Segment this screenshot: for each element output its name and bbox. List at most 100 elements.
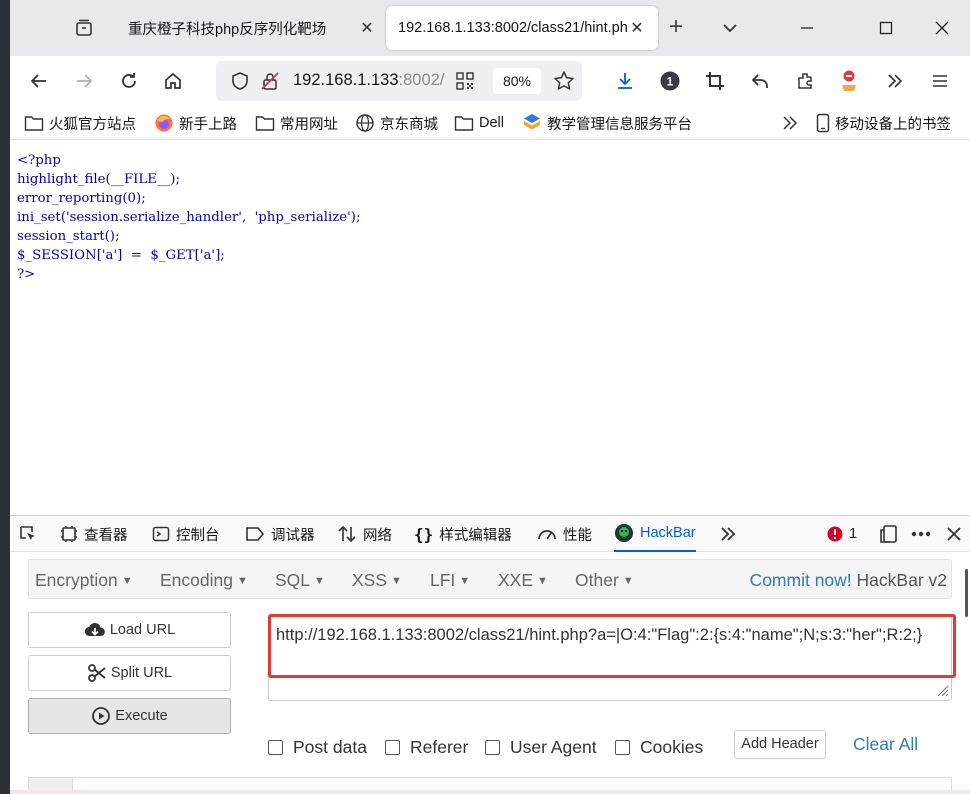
menu-encryption[interactable]: Encryption ▼ [35, 570, 133, 591]
forward-icon[interactable] [69, 66, 99, 96]
tab-title: 重庆橙子科技php反序列化靶场 [128, 21, 327, 38]
desktop-edge [0, 0, 10, 794]
qr-code-icon[interactable] [456, 72, 474, 93]
user-agent-checkbox[interactable]: User Agent [485, 736, 597, 758]
tab-inspector[interactable]: 查看器 [60, 516, 128, 552]
scrollbar-thumb[interactable] [965, 569, 968, 617]
dock-side-icon[interactable] [879, 516, 905, 552]
bookmark-jd[interactable]: 京东商城 [355, 113, 438, 133]
close-devtools-icon[interactable] [946, 516, 968, 552]
tab-performance[interactable]: 性能 [537, 516, 592, 552]
menu-sql[interactable]: SQL ▼ [275, 570, 325, 591]
referer-checkbox[interactable]: Referer [385, 736, 468, 758]
checkbox-box[interactable] [485, 739, 500, 755]
button-label: Split URL [110, 665, 173, 681]
tab-title: 192.168.1.133:8002/class21/hint.php?a= [398, 20, 628, 36]
resize-grip-icon[interactable] [935, 683, 949, 697]
menu-lfi[interactable]: LFI ▼ [430, 570, 470, 591]
bookmark-folder-dell[interactable]: Dell [454, 113, 504, 133]
crop-screenshot-icon[interactable] [700, 66, 730, 96]
zoom-level-button[interactable]: 80% [493, 68, 541, 94]
menu-label: Encryption [35, 570, 118, 590]
button-label: Load URL [109, 622, 176, 638]
checkbox-label: Cookies [640, 736, 704, 757]
notification-badge-icon[interactable]: 1 [655, 66, 685, 96]
undo-icon[interactable] [745, 66, 775, 96]
overflow-chevrons-icon[interactable] [880, 66, 910, 96]
error-count-badge[interactable]: 1 [827, 516, 857, 552]
tab-manager-icon[interactable] [70, 14, 98, 42]
blocker-extension-icon[interactable] [835, 66, 865, 96]
tab-debugger[interactable]: 调试器 [245, 516, 315, 552]
devtools-menu-icon[interactable] [911, 516, 937, 552]
minimize-icon[interactable] [792, 14, 822, 42]
load-url-button[interactable]: Load URL [28, 612, 231, 648]
menu-encoding[interactable]: Encoding ▼ [160, 570, 248, 591]
page-content: <?php highlight_file(__FILE__); error_re… [10, 141, 970, 515]
bookmark-star-icon[interactable] [553, 70, 575, 95]
error-icon [827, 526, 843, 542]
hamburger-menu-icon[interactable] [925, 66, 955, 96]
tab-hackbar[interactable]: HackBar [614, 516, 696, 552]
caret-down-icon: ▼ [537, 575, 548, 587]
split-url-button[interactable]: Split URL [28, 655, 231, 691]
back-icon[interactable] [24, 66, 54, 96]
checkbox-box[interactable] [268, 739, 283, 755]
tab-console[interactable]: 控制台 [152, 516, 220, 552]
checkbox-box[interactable] [615, 739, 630, 755]
extensions-icon[interactable] [790, 66, 820, 96]
menu-label: XXE [498, 570, 534, 590]
hackbar-icon [615, 524, 633, 542]
menu-other[interactable]: Other ▼ [575, 570, 634, 591]
bookmark-label: 京东商城 [380, 116, 438, 133]
download-icon[interactable] [610, 66, 640, 96]
cookies-checkbox[interactable]: Cookies [615, 736, 703, 758]
mobile-device-icon [816, 113, 830, 133]
new-tab-button[interactable]: + [662, 14, 690, 42]
folder-icon [454, 116, 474, 131]
post-data-checkbox[interactable]: Post data [268, 736, 367, 758]
commit-now-link[interactable]: Commit now! [750, 570, 852, 590]
bookmark-folder-firefox-site[interactable]: 火狐官方站点 [24, 113, 136, 133]
maximize-icon[interactable] [871, 14, 901, 42]
code-line: ini_set('session.serialize_handler', 'ph… [17, 210, 361, 225]
bookmark-label: Dell [479, 115, 504, 131]
close-window-icon[interactable] [927, 14, 957, 42]
bookmark-label: 移动设备上的书签 [835, 116, 951, 133]
tab-range[interactable]: 重庆橙子科技php反序列化靶场 ✕ [116, 6, 388, 50]
url-textarea-value[interactable]: http://192.168.1.133:8002/class21/hint.p… [276, 622, 948, 649]
add-header-button[interactable]: Add Header [734, 730, 826, 759]
bookmark-mobile[interactable]: 移动设备上的书签 [816, 113, 951, 133]
menu-label: Encoding [160, 570, 233, 590]
tab-style-editor[interactable]: {} 样式编辑器 [414, 516, 512, 552]
code-line: ?> [17, 267, 36, 282]
shield-icon[interactable] [230, 71, 250, 94]
url-host: 192.168.1.133 [293, 71, 399, 89]
menu-xxe[interactable]: XXE ▼ [498, 570, 548, 591]
bookmark-teaching-platform[interactable]: 教学管理信息服务平台 [522, 113, 692, 133]
element-picker-icon[interactable] [18, 516, 44, 552]
home-icon[interactable] [158, 66, 188, 96]
close-icon[interactable]: ✕ [628, 18, 646, 38]
bookmarks-overflow-icon[interactable] [780, 113, 805, 133]
close-icon[interactable]: ✕ [358, 18, 376, 38]
checkbox-box[interactable] [385, 739, 400, 755]
cloud-download-icon [84, 622, 105, 637]
more-tools-chevrons-icon[interactable] [718, 516, 744, 552]
execute-button[interactable]: Execute [28, 698, 231, 734]
bookmark-getting-started[interactable]: 新手上路 [154, 113, 237, 133]
bookmark-folder-common[interactable]: 常用网址 [255, 113, 338, 133]
chevron-down-icon[interactable] [718, 16, 742, 40]
performance-icon [538, 530, 556, 540]
clear-all-link[interactable]: Clear All [853, 734, 918, 755]
button-label: Execute [115, 708, 168, 724]
insecure-lock-icon[interactable] [260, 71, 280, 94]
reload-icon[interactable] [114, 66, 144, 96]
url-path: :8002/class21/hint.php?a=|O:4:"Flag":2:{… [398, 71, 445, 89]
tab-hint[interactable]: 192.168.1.133:8002/class21/hint.php?a= ✕ [386, 6, 658, 50]
tab-network[interactable]: 网络 [337, 516, 392, 552]
url-text[interactable]: 192.168.1.133:8002/class21/hint.php?a=|O… [293, 71, 445, 90]
menu-xss[interactable]: XSS ▼ [352, 570, 402, 591]
address-bar[interactable]: 192.168.1.133:8002/class21/hint.php?a=|O… [216, 61, 582, 101]
menu-label: XSS [352, 570, 388, 590]
